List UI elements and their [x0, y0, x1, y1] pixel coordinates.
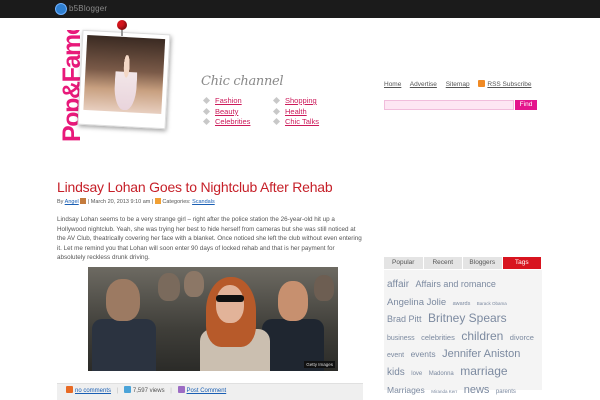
tag-link[interactable]: Brad Pitt [387, 314, 422, 324]
tag-link[interactable]: business [387, 335, 415, 342]
author-avatar [80, 198, 87, 204]
tag-link[interactable]: Angelina Jolie [387, 297, 446, 308]
tag-link[interactable]: news [464, 384, 490, 396]
tab-bloggers[interactable]: Bloggers [463, 257, 503, 269]
diamond-bullet-icon [202, 107, 211, 115]
nav-rss-subscribe[interactable]: RSS Subscribe [487, 81, 531, 88]
nav-home[interactable]: Home [384, 81, 401, 88]
tag-link[interactable]: Jennifer Aniston [442, 348, 520, 360]
chic-item-health[interactable]: Health [271, 107, 319, 117]
views-count: 7,597 views [132, 388, 165, 394]
search-find-button[interactable]: Find [515, 100, 537, 110]
diamond-bullet-icon [272, 107, 281, 115]
post-title[interactable]: Lindsay Lohan Goes to Nightclub After Re… [57, 179, 333, 195]
chic-item-beauty[interactable]: Beauty [201, 107, 250, 117]
tab-tags[interactable]: Tags [502, 257, 542, 269]
tag-link[interactable]: Marriages [387, 385, 425, 395]
views-icon [123, 386, 131, 393]
post-comment-icon [177, 386, 185, 393]
tag-link[interactable]: Affairs and romance [416, 279, 496, 289]
nav-advertise[interactable]: Advertise [410, 81, 437, 88]
tag-link[interactable]: divorce [510, 333, 534, 342]
brand-name[interactable]: b5Blogger [69, 4, 107, 13]
chic-item-shopping[interactable]: Shopping [271, 96, 319, 106]
nav-sitemap[interactable]: Sitemap [446, 81, 470, 88]
chic-channel-title: Chic channel [201, 74, 284, 89]
post-date: | March 20, 2013 9:10 am | [87, 199, 154, 205]
tag-link[interactable]: Madonna [429, 371, 454, 377]
tag-link[interactable]: Miranda Kerr [431, 389, 457, 394]
post-footer: no comments | 7,597 views | Post Comment [57, 383, 363, 400]
comment-icon [66, 386, 73, 393]
chic-item-celebrities[interactable]: Celebrities [201, 117, 250, 127]
tag-link[interactable]: kids [387, 367, 405, 378]
diamond-bullet-icon [202, 96, 211, 105]
rss-icon[interactable] [478, 80, 486, 87]
tag-link[interactable]: children [461, 329, 503, 343]
post-photo[interactable]: Getty Images [88, 267, 338, 371]
brand-logo-icon[interactable] [55, 3, 67, 15]
diamond-bullet-icon [272, 118, 281, 126]
tag-link[interactable]: Britney Spears [428, 311, 507, 325]
tag-link[interactable]: awards [453, 301, 471, 307]
tag-link[interactable]: events [411, 349, 436, 359]
top-bar: b5Blogger [0, 0, 600, 18]
chic-item-fashion[interactable]: Fashion [201, 96, 250, 106]
post-category-link[interactable]: Scandals [192, 199, 215, 205]
tag-link[interactable]: affair [387, 279, 409, 290]
post-author-link[interactable]: Angel [65, 199, 79, 205]
diamond-bullet-icon [272, 96, 281, 105]
tab-recent[interactable]: Recent [424, 257, 463, 269]
chic-channel-list-left: Fashion Beauty Celebrities [201, 96, 250, 128]
chic-item-chic-talks[interactable]: Chic Talks [271, 117, 319, 127]
tag-link[interactable]: love [411, 371, 422, 377]
post-comment-link[interactable]: Post Comment [187, 388, 227, 394]
tab-popular[interactable]: Popular [384, 257, 424, 269]
post-meta: By Angel | March 20, 2013 9:10 am | Cate… [57, 198, 215, 205]
tag-cloud: affair Affairs and romance Angelina Joli… [384, 270, 542, 396]
folder-icon [154, 198, 161, 204]
comments-link[interactable]: no comments [75, 388, 111, 394]
header-nav: Home Advertise Sitemap RSS Subscribe [384, 80, 538, 88]
search-input[interactable] [384, 100, 514, 110]
tag-link[interactable]: marriage [460, 364, 507, 378]
tag-link[interactable]: celebrities [421, 333, 455, 342]
post-body: Lindsay Lohan seems to be a very strange… [57, 216, 362, 261]
sidebar-tabs: Popular Recent Bloggers Tags [384, 257, 542, 269]
tag-link[interactable]: event [387, 352, 404, 359]
photo-credit: Getty Images [304, 361, 335, 368]
diamond-bullet-icon [202, 118, 211, 126]
tag-link[interactable]: parents [496, 389, 516, 395]
push-pin-icon [117, 20, 127, 30]
logo-polaroid-photo [77, 29, 171, 130]
chic-channel-list-right: Shopping Health Chic Talks [271, 96, 319, 128]
tag-link[interactable]: Barack Obama [477, 301, 507, 306]
